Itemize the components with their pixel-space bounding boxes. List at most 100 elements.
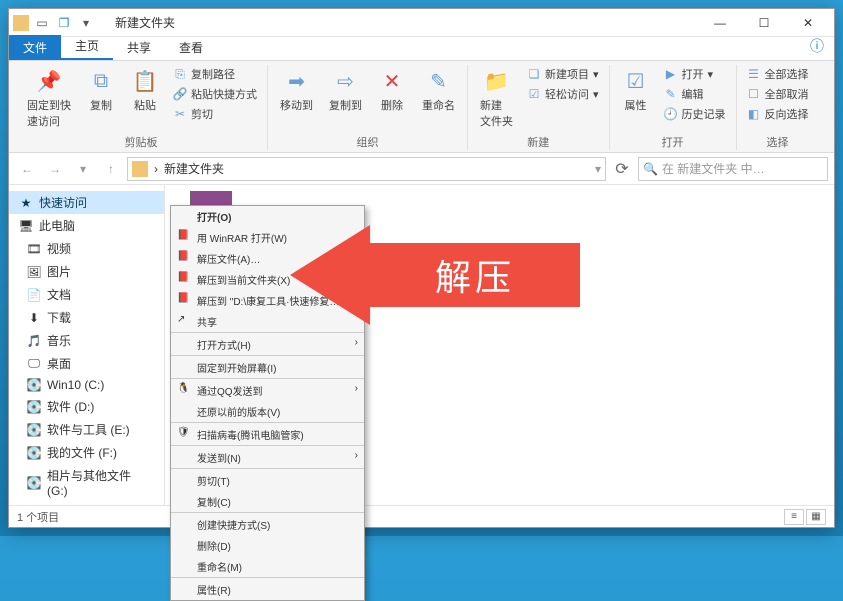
sidebar-item-desktop[interactable]: 🖵桌面 [9,352,164,375]
tab-home[interactable]: 主页 [61,33,113,60]
nav-forward-button[interactable]: → [43,157,67,181]
group-label-select: 选择 [767,132,789,150]
breadcrumb-segment[interactable]: 新建文件夹 [164,160,224,177]
group-label-open: 打开 [662,132,684,150]
sidebar-item-quick-access[interactable]: ★快速访问 [9,191,164,214]
ctx-delete[interactable]: 删除(D) [171,535,364,556]
ctx-pin-start[interactable]: 固定到开始屏幕(I) [171,357,364,380]
status-bar: 1 个项目 ≡ ▦ [9,505,834,527]
copy-to-button[interactable]: ⇨复制到 [325,65,366,115]
view-icons-button[interactable]: ▦ [806,509,826,525]
winrar-icon: 📕 [177,230,189,242]
ribbon-help-icon[interactable]: ⓘ [800,32,834,60]
sidebar-item-documents[interactable]: 📄文档 [9,283,164,306]
nav-pane: ★快速访问 🖥此电脑 🎞视频 🖼图片 📄文档 ⬇下载 🎵音乐 🖵桌面 💽Win1… [9,185,165,505]
view-details-button[interactable]: ≡ [784,509,804,525]
document-icon: 📄 [27,288,41,302]
copy-path-button[interactable]: ⎘复制路径 [171,65,259,83]
nav-recent-button[interactable]: ▾ [71,157,95,181]
sidebar-item-drive-g[interactable]: 💽相片与其他文件 (G:) [9,464,164,501]
group-label-new: 新建 [527,132,549,150]
properties-button[interactable]: ☑属性 [618,65,654,123]
ctx-rename[interactable]: 重命名(M) [171,556,364,579]
easy-access-button[interactable]: ☑轻松访问 ▾ [525,85,601,103]
quick-access-toolbar: ▭ ❐ ▾ [33,14,95,32]
sidebar-item-downloads[interactable]: ⬇下载 [9,306,164,329]
minimize-button[interactable]: — [698,9,742,37]
tab-file[interactable]: 文件 [9,35,61,60]
address-bar-row: ← → ▾ ↑ › 新建文件夹 ▾ ⟳ 🔍 在 新建文件夹 中… [9,153,834,185]
title-bar: ▭ ❐ ▾ 新建文件夹 — ☐ ✕ [9,9,834,37]
sidebar-item-network[interactable]: 🌐网络 [9,501,164,505]
ctx-restore-prev[interactable]: 还原以前的版本(V) [171,401,364,424]
group-organize: ➡移动到 ⇨复制到 ✕删除 ✎重命名 组织 [268,65,468,150]
ctx-cut[interactable]: 剪切(T) [171,470,364,491]
delete-button[interactable]: ✕删除 [374,65,410,115]
drive-icon: 💽 [27,476,41,490]
body: ★快速访问 🖥此电脑 🎞视频 🖼图片 📄文档 ⬇下载 🎵音乐 🖵桌面 💽Win1… [9,185,834,505]
sidebar-item-this-pc[interactable]: 🖥此电脑 [9,214,164,237]
qat-new-icon[interactable]: ❐ [55,14,73,32]
history-button[interactable]: 🕘历史记录 [662,105,728,123]
ctx-open-with[interactable]: 打开方式(H)› [171,334,364,357]
paste-shortcut-button[interactable]: 🔗粘贴快捷方式 [171,85,259,103]
open-button[interactable]: ▶打开 ▾ [662,65,728,83]
sidebar-item-drive-c[interactable]: 💽Win10 (C:) [9,375,164,395]
nav-back-button[interactable]: ← [15,157,39,181]
search-input[interactable]: 🔍 在 新建文件夹 中… [638,157,828,181]
annotation-arrow: 解压 [290,225,370,325]
breadcrumb[interactable]: › 新建文件夹 ▾ [127,157,606,181]
desktop-icon: 🖵 [27,357,41,371]
search-icon: 🔍 [643,162,658,176]
ctx-send-qq[interactable]: 🐧通过QQ发送到› [171,380,364,401]
select-none-button[interactable]: ☐全部取消 [745,85,811,103]
sidebar-item-videos[interactable]: 🎞视频 [9,237,164,260]
pc-icon: 🖥 [19,219,33,233]
ctx-copy[interactable]: 复制(C) [171,491,364,514]
status-item-count: 1 个项目 [17,509,59,525]
refresh-button[interactable]: ⟳ [610,157,634,181]
move-to-button[interactable]: ➡移动到 [276,65,317,115]
tab-view[interactable]: 查看 [165,35,217,60]
new-item-button[interactable]: ❏新建项目 ▾ [525,65,601,83]
pin-quick-access-button[interactable]: 📌固定到快 速访问 [23,65,75,131]
group-open: ☑属性 ▶打开 ▾ ✎编辑 🕘历史记录 打开 [610,65,737,150]
maximize-button[interactable]: ☐ [742,9,786,37]
edit-button[interactable]: ✎编辑 [662,85,728,103]
select-all-button[interactable]: ☰全部选择 [745,65,811,83]
invert-selection-button[interactable]: ◧反向选择 [745,105,811,123]
ctx-open[interactable]: 打开(O) [171,206,364,227]
ribbon: 📌固定到快 速访问 ⧉复制 📋粘贴 ⎘复制路径 🔗粘贴快捷方式 ✂剪切 剪贴板 … [9,61,834,153]
ctx-send-to[interactable]: 发送到(N)› [171,447,364,470]
qat-properties-icon[interactable]: ▭ [33,14,51,32]
sidebar-item-drive-d[interactable]: 💽软件 (D:) [9,395,164,418]
ribbon-tabs: 文件 主页 共享 查看 ⓘ [9,37,834,61]
nav-up-button[interactable]: ↑ [99,157,123,181]
sidebar-item-drive-e[interactable]: 💽软件与工具 (E:) [9,418,164,441]
ctx-scan[interactable]: 🛡扫描病毒(腾讯电脑管家) [171,424,364,447]
sidebar-item-pictures[interactable]: 🖼图片 [9,260,164,283]
video-icon: 🎞 [27,242,41,256]
sidebar-item-drive-f[interactable]: 💽我的文件 (F:) [9,441,164,464]
paste-button[interactable]: 📋粘贴 [127,65,163,131]
star-icon: ★ [19,196,33,210]
group-new: 📁新建 文件夹 ❏新建项目 ▾ ☑轻松访问 ▾ 新建 [468,65,610,150]
extract-icon: 📕 [177,293,189,305]
folder-icon [13,15,29,31]
new-folder-button[interactable]: 📁新建 文件夹 [476,65,517,131]
ctx-create-shortcut[interactable]: 创建快捷方式(S) [171,514,364,535]
rename-button[interactable]: ✎重命名 [418,65,459,115]
qat-down-icon[interactable]: ▾ [77,14,95,32]
cut-button[interactable]: ✂剪切 [171,105,259,123]
shield-icon: 🛡 [177,427,189,439]
search-placeholder: 在 新建文件夹 中… [662,160,765,177]
drive-icon: 💽 [27,446,41,460]
share-icon: ↗ [177,314,189,326]
music-icon: 🎵 [27,334,41,348]
copy-button[interactable]: ⧉复制 [83,65,119,131]
group-clipboard: 📌固定到快 速访问 ⧉复制 📋粘贴 ⎘复制路径 🔗粘贴快捷方式 ✂剪切 剪贴板 [15,65,268,150]
ctx-properties[interactable]: 属性(R) [171,579,364,600]
tab-share[interactable]: 共享 [113,35,165,60]
sidebar-item-music[interactable]: 🎵音乐 [9,329,164,352]
download-icon: ⬇ [27,311,41,325]
